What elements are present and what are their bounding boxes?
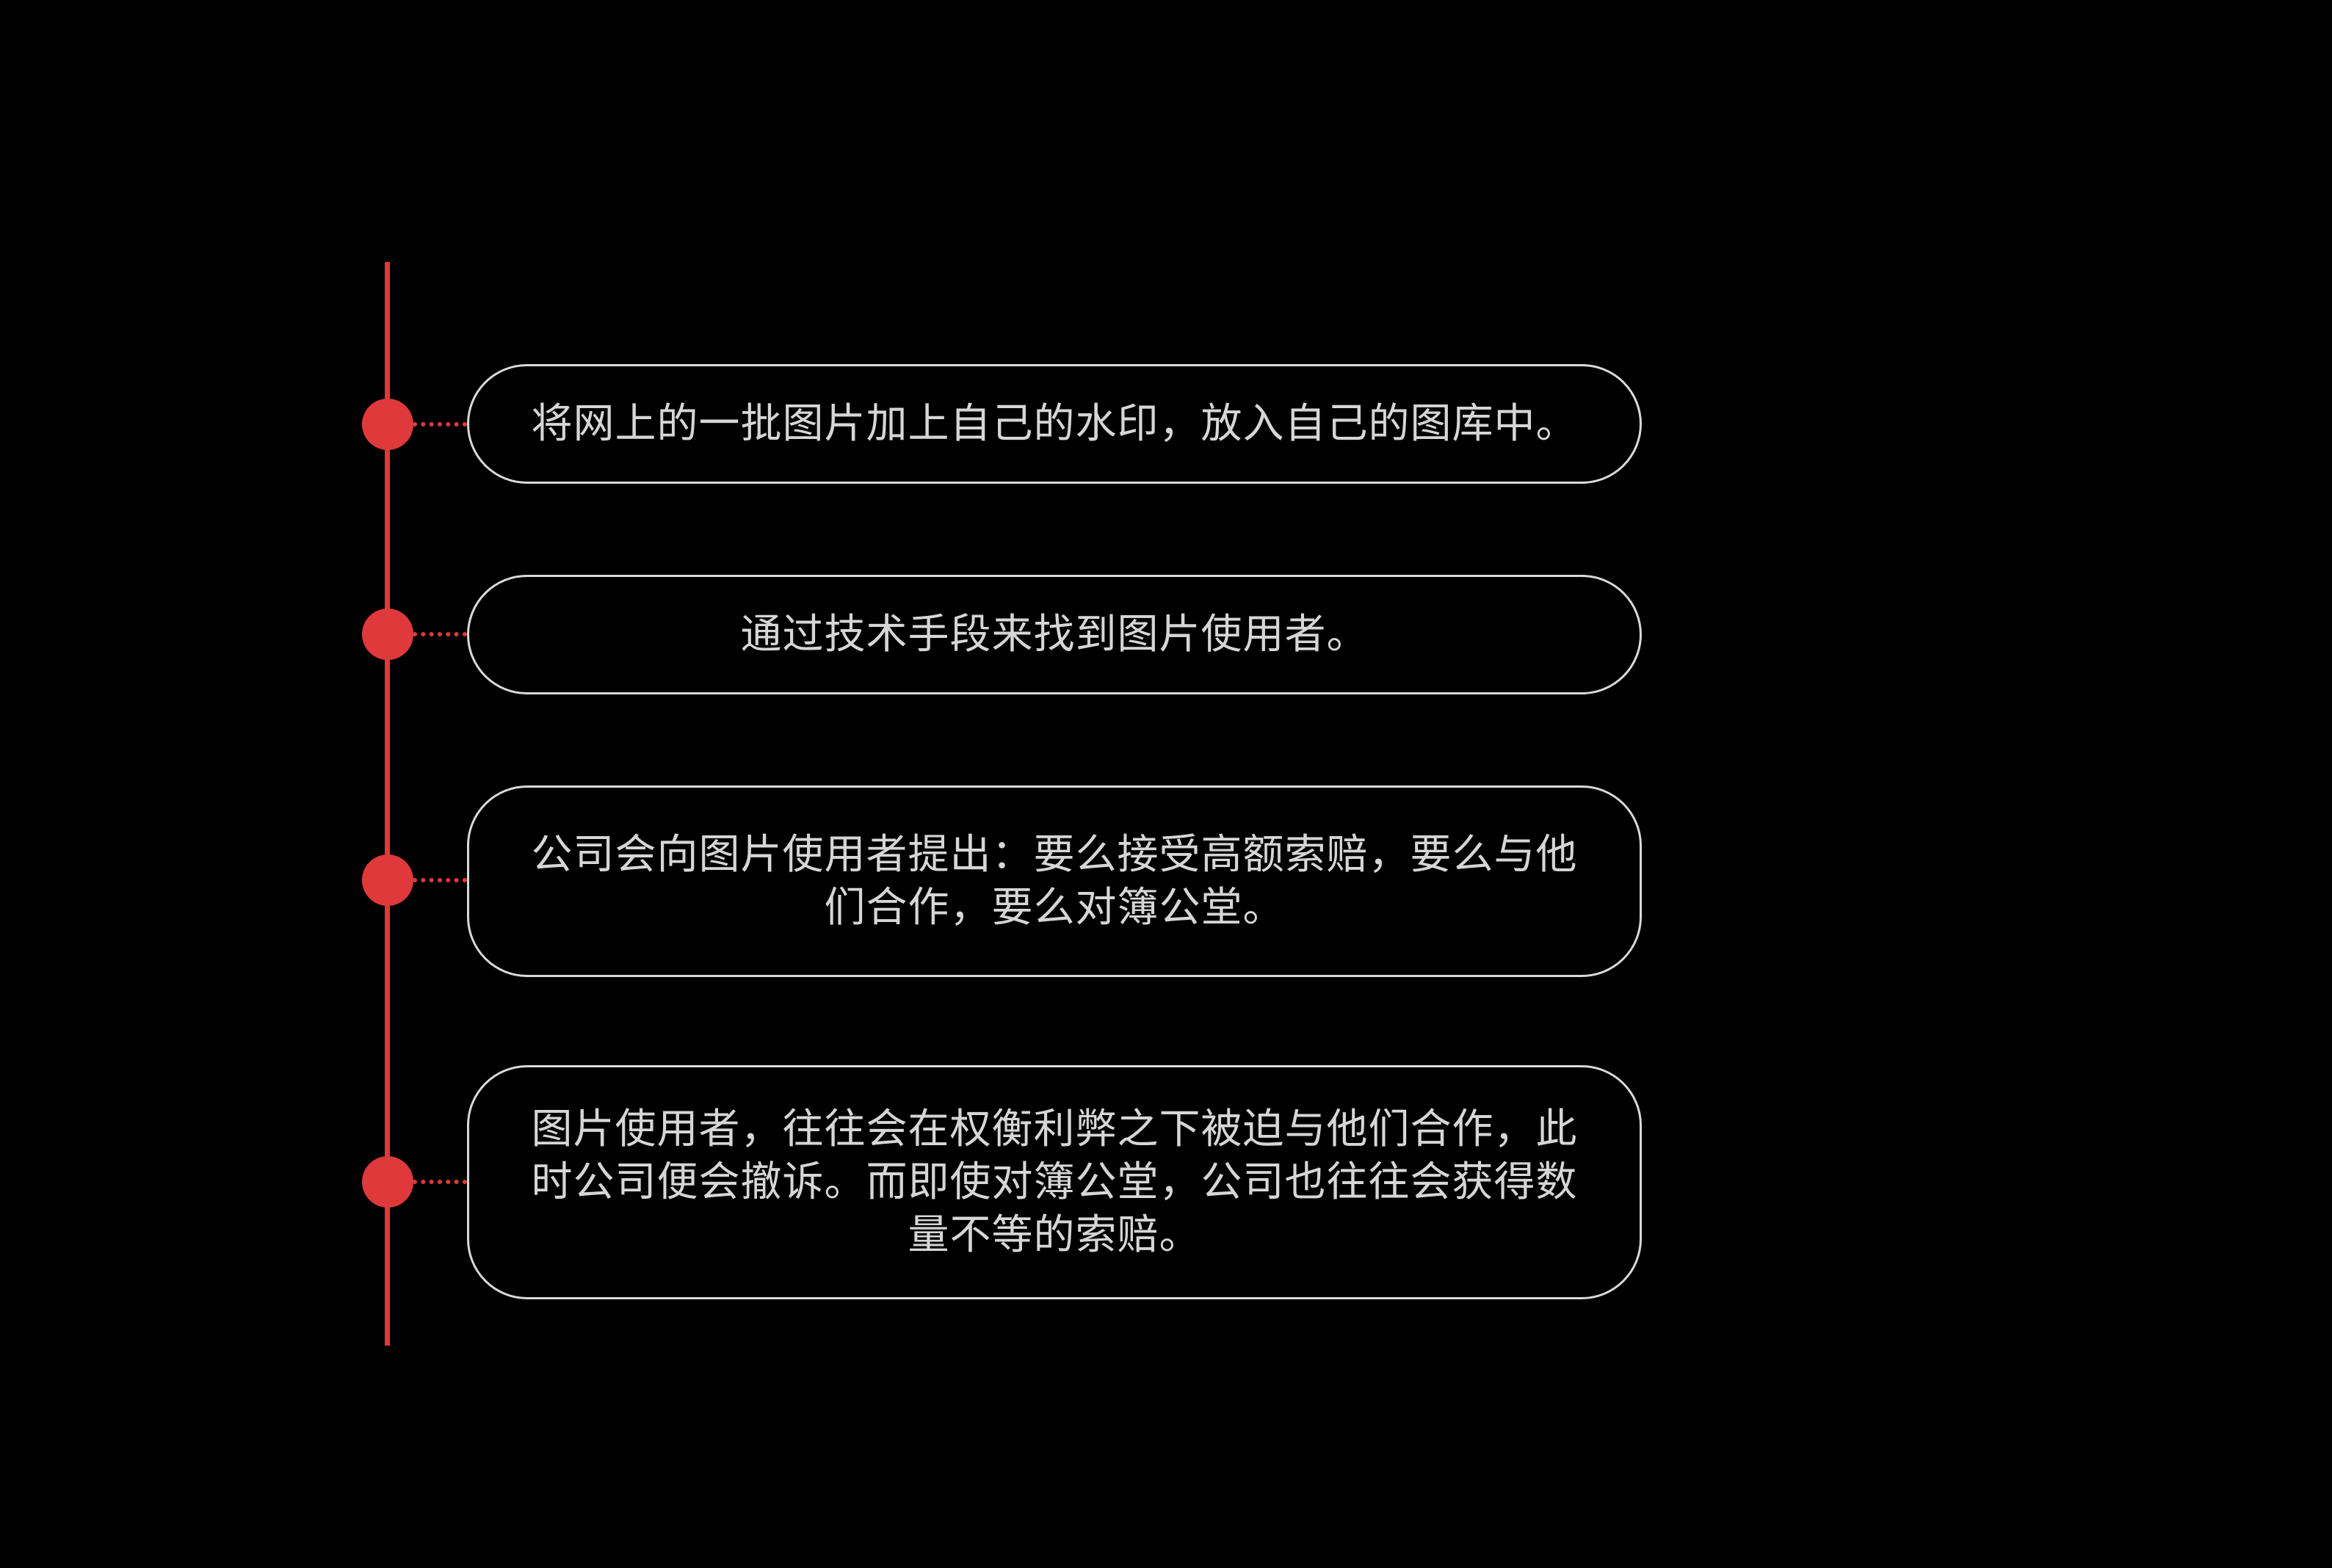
step-text: 将网上的一批图片加上自己的水印，放入自己的图库中。 bbox=[531, 399, 1578, 448]
step-box: 通过技术手段来找到图片使用者。 bbox=[467, 575, 1642, 694]
step-box: 将网上的一批图片加上自己的水印，放入自己的图库中。 bbox=[467, 364, 1642, 484]
step-text: 公司会向图片使用者提出：要么接受高额索赔，要么与他们合作，要么对簿公堂。 bbox=[531, 830, 1578, 932]
step-box: 公司会向图片使用者提出：要么接受高额索赔，要么与他们合作，要么对簿公堂。 bbox=[467, 785, 1642, 977]
timeline-node bbox=[362, 399, 413, 450]
step-text: 通过技术手段来找到图片使用者。 bbox=[740, 610, 1369, 658]
step-text: 图片使用者，往往会在权衡利弊之下被迫与他们合作，此时公司便会撤诉。而即使对簿公堂… bbox=[531, 1105, 1578, 1259]
timeline-node bbox=[362, 854, 413, 906]
step-box: 图片使用者，往往会在权衡利弊之下被迫与他们合作，此时公司便会撤诉。而即使对簿公堂… bbox=[467, 1065, 1642, 1299]
dotted-connector bbox=[413, 422, 467, 427]
dotted-connector bbox=[413, 632, 467, 636]
timeline-node bbox=[362, 1156, 413, 1208]
timeline-node bbox=[362, 609, 413, 660]
dotted-connector bbox=[413, 878, 467, 882]
dotted-connector bbox=[413, 1180, 467, 1184]
